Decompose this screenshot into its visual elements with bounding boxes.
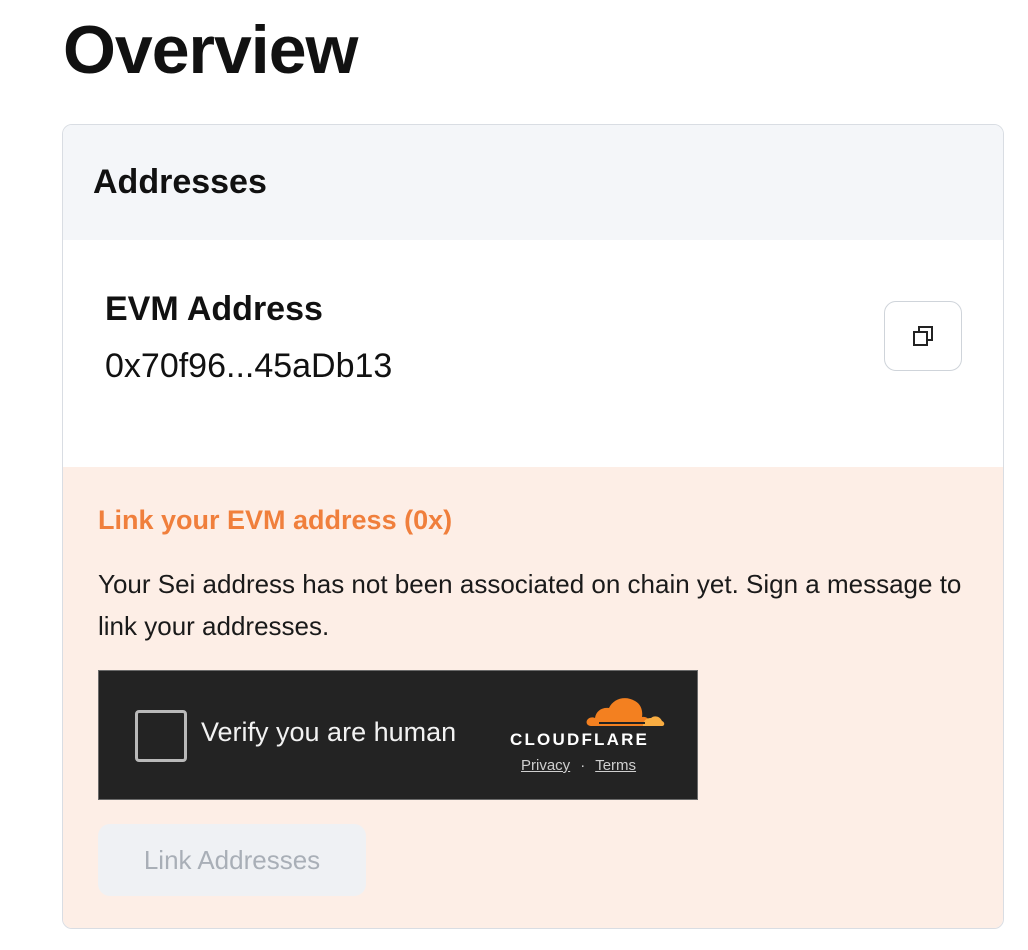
- link-separator: ·: [580, 757, 586, 774]
- captcha-links: Privacy · Terms: [521, 757, 636, 774]
- verify-human-checkbox[interactable]: [135, 710, 187, 762]
- page-title: Overview: [63, 12, 358, 88]
- link-addresses-button[interactable]: Link Addresses: [98, 824, 366, 896]
- copy-address-button[interactable]: [884, 301, 962, 371]
- terms-link[interactable]: Terms: [595, 757, 636, 774]
- card-header: Addresses: [63, 125, 1003, 240]
- link-evm-notice: Link your EVM address (0x) Your Sei addr…: [63, 467, 1003, 928]
- cloudflare-captcha-widget: Verify you are human CLOUDFLARE Privacy ·…: [98, 670, 698, 800]
- notice-text: Your Sei address has not been associated…: [98, 569, 962, 641]
- notice-title: Link your EVM address (0x): [98, 505, 453, 535]
- evm-address-label: EVM Address: [105, 290, 323, 328]
- copy-icon: [913, 326, 933, 346]
- verify-human-label: Verify you are human: [201, 717, 457, 747]
- evm-address-value: 0x70f96...45aDb13: [105, 347, 393, 385]
- privacy-link[interactable]: Privacy: [521, 757, 570, 774]
- card-header-title: Addresses: [93, 163, 267, 201]
- cloudflare-logo-text: CLOUDFLARE: [510, 730, 650, 749]
- cloudflare-cloud-icon: [586, 698, 665, 726]
- addresses-card: Addresses EVM Address 0x70f96...45aDb13 …: [62, 124, 1004, 929]
